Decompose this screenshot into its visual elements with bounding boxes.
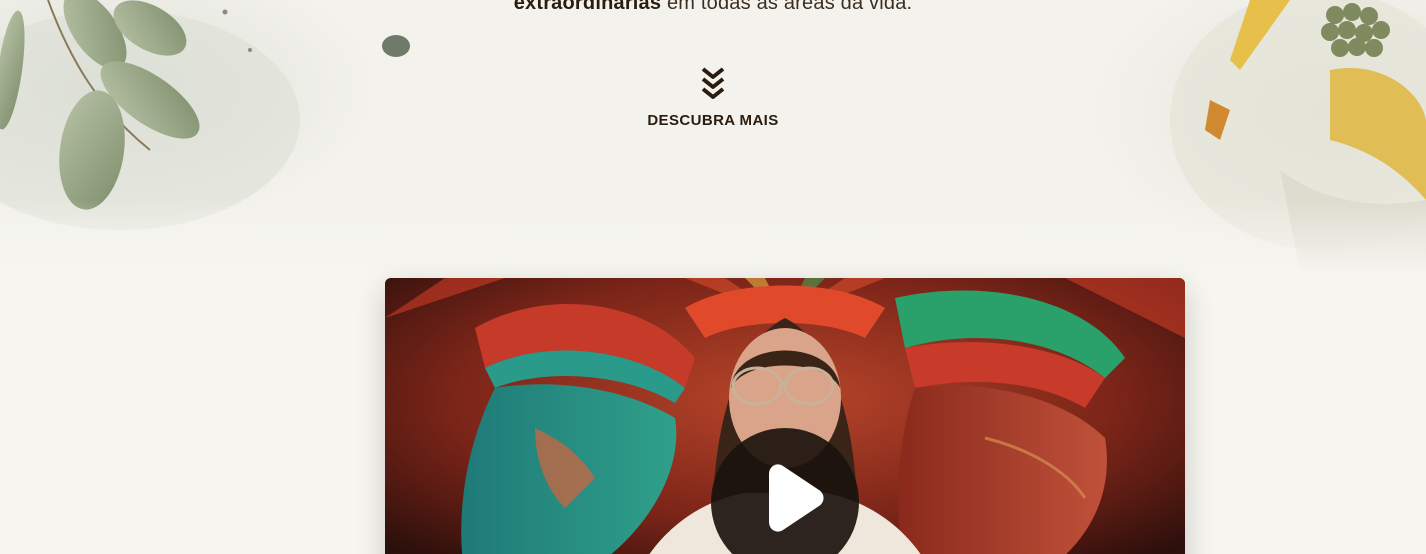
hero-section: extraordinárias em todas as áreas da vid… <box>0 0 1426 278</box>
hero-tagline: extraordinárias em todas as áreas da vid… <box>0 0 1426 15</box>
tagline-rest: em todas as áreas da vida. <box>661 0 913 14</box>
tagline-bold: extraordinárias <box>513 0 662 14</box>
chevrons-down-icon[interactable] <box>700 66 726 100</box>
hero-fade <box>0 200 1426 278</box>
discover-more-label[interactable]: DESCUBRA MAIS <box>0 112 1426 129</box>
play-icon[interactable] <box>711 428 859 554</box>
discover-more-link[interactable]: DESCUBRA MAIS <box>0 66 1426 129</box>
landing-page: extraordinárias em todas as áreas da vid… <box>0 0 1426 554</box>
video-player[interactable] <box>385 278 1185 554</box>
play-button[interactable] <box>711 428 859 554</box>
